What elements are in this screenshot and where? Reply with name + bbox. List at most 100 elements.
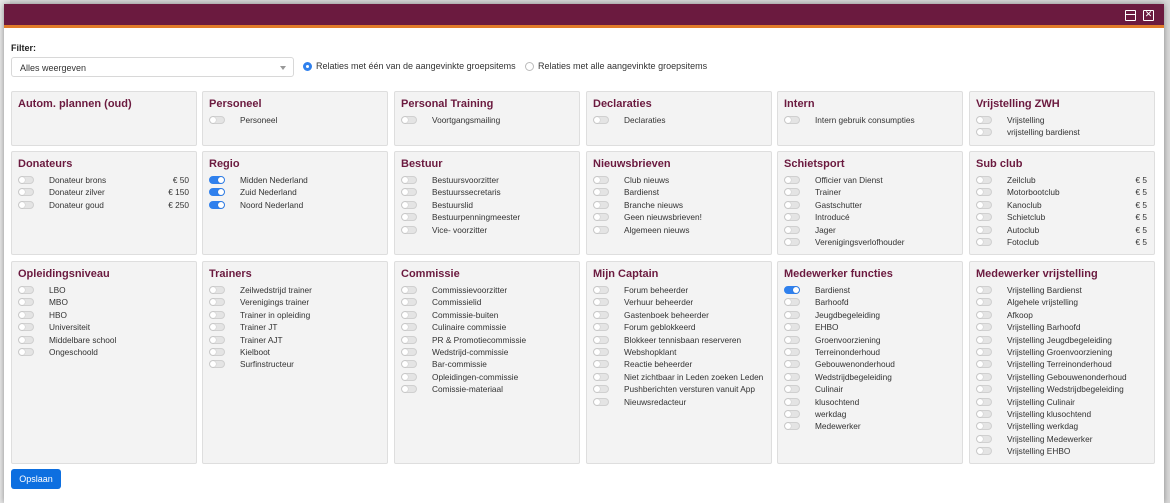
toggle-switch[interactable] (209, 310, 225, 319)
toggle-switch[interactable] (784, 372, 800, 381)
toggle-switch[interactable] (593, 176, 609, 184)
toggle-switch[interactable] (784, 422, 800, 431)
toggle-switch[interactable] (784, 385, 800, 394)
toggle-switch[interactable] (401, 385, 417, 394)
toggle-switch[interactable] (976, 335, 992, 344)
restore-icon[interactable] (1125, 10, 1136, 21)
toggle-switch[interactable] (209, 298, 225, 307)
toggle-switch[interactable] (784, 238, 800, 247)
toggle-switch[interactable] (209, 286, 225, 294)
toggle-switch[interactable] (976, 434, 992, 443)
toggle-switch[interactable] (593, 348, 609, 357)
toggle-switch[interactable] (18, 310, 34, 319)
toggle-switch[interactable] (18, 335, 34, 344)
toggle-switch[interactable] (976, 410, 992, 419)
toggle-switch[interactable] (593, 385, 609, 394)
toggle-switch[interactable] (401, 116, 417, 124)
toggle-switch[interactable] (976, 213, 992, 222)
toggle-switch[interactable] (593, 225, 609, 234)
toggle-switch[interactable] (593, 360, 609, 369)
toggle-switch[interactable] (976, 385, 992, 394)
toggle-switch[interactable] (593, 335, 609, 344)
radio-all-groups[interactable]: Relaties met alle aangevinkte groepsitem… (525, 61, 707, 71)
toggle-switch[interactable] (976, 447, 992, 456)
toggle-switch[interactable] (18, 323, 34, 332)
toggle-switch[interactable] (976, 188, 992, 197)
close-icon[interactable]: ✕ (1143, 10, 1154, 21)
toggle-switch[interactable] (401, 310, 417, 319)
toggle-switch[interactable] (593, 372, 609, 381)
toggle-switch[interactable] (401, 188, 417, 197)
toggle-switch[interactable] (593, 188, 609, 197)
toggle-switch[interactable] (401, 360, 417, 369)
toggle-switch[interactable] (401, 213, 417, 222)
toggle-switch[interactable] (401, 298, 417, 307)
toggle-switch[interactable] (593, 323, 609, 332)
toggle-switch[interactable] (976, 323, 992, 332)
toggle-switch[interactable] (209, 348, 225, 357)
toggle-switch[interactable] (976, 238, 992, 247)
toggle-switch[interactable] (401, 176, 417, 184)
toggle-switch[interactable] (209, 360, 225, 369)
toggle-switch[interactable] (976, 128, 992, 137)
toggle-switch[interactable] (784, 213, 800, 222)
toggle-switch[interactable] (784, 360, 800, 369)
toggle-switch[interactable] (784, 176, 800, 184)
toggle-switch[interactable] (784, 200, 800, 209)
toggle-switch[interactable] (593, 298, 609, 307)
radio-any-dot[interactable] (303, 61, 312, 71)
radio-all-dot[interactable] (525, 61, 534, 71)
toggle-switch[interactable] (976, 176, 992, 184)
toggle-switch[interactable] (401, 348, 417, 357)
toggle-switch[interactable] (784, 225, 800, 234)
toggle-switch[interactable] (401, 200, 417, 209)
toggle-switch[interactable] (976, 348, 992, 357)
toggle-switch[interactable] (593, 200, 609, 209)
toggle-switch[interactable] (784, 188, 800, 197)
toggle-switch[interactable] (593, 213, 609, 222)
toggle-switch[interactable] (401, 286, 417, 294)
toggle-switch[interactable] (976, 298, 992, 307)
filter-select[interactable]: Alles weergeven (11, 57, 294, 77)
toggle-switch[interactable] (784, 286, 800, 294)
toggle-switch[interactable] (593, 310, 609, 319)
toggle-switch[interactable] (401, 335, 417, 344)
toggle-switch[interactable] (593, 397, 609, 406)
toggle-switch[interactable] (593, 286, 609, 294)
toggle-switch[interactable] (209, 176, 225, 184)
toggle-switch[interactable] (976, 116, 992, 124)
toggle-switch[interactable] (976, 310, 992, 319)
toggle-switch[interactable] (18, 348, 34, 357)
toggle-switch[interactable] (784, 348, 800, 357)
toggle-switch[interactable] (976, 225, 992, 234)
toggle-switch[interactable] (18, 176, 34, 184)
toggle-switch[interactable] (976, 397, 992, 406)
toggle-switch[interactable] (784, 298, 800, 307)
toggle-switch[interactable] (401, 323, 417, 332)
toggle-switch[interactable] (401, 372, 417, 381)
toggle-switch[interactable] (976, 360, 992, 369)
toggle-switch[interactable] (593, 116, 609, 124)
toggle-switch[interactable] (976, 200, 992, 209)
toggle-switch[interactable] (976, 422, 992, 431)
radio-any-group[interactable]: Relaties met één van de aangevinkte groe… (303, 61, 516, 71)
toggle-switch[interactable] (209, 335, 225, 344)
save-button[interactable]: Opslaan (11, 469, 61, 489)
toggle-switch[interactable] (784, 335, 800, 344)
toggle-switch[interactable] (18, 200, 34, 209)
toggle-switch[interactable] (209, 323, 225, 332)
toggle-switch[interactable] (209, 116, 225, 124)
toggle-switch[interactable] (784, 310, 800, 319)
toggle-switch[interactable] (401, 225, 417, 234)
toggle-switch[interactable] (784, 116, 800, 124)
toggle-switch[interactable] (18, 298, 34, 307)
toggle-switch[interactable] (784, 397, 800, 406)
toggle-switch[interactable] (209, 200, 225, 209)
toggle-switch[interactable] (209, 188, 225, 197)
toggle-switch[interactable] (976, 372, 992, 381)
toggle-switch[interactable] (18, 188, 34, 197)
toggle-switch[interactable] (976, 286, 992, 294)
toggle-switch[interactable] (784, 323, 800, 332)
toggle-switch[interactable] (18, 286, 34, 294)
toggle-switch[interactable] (784, 410, 800, 419)
